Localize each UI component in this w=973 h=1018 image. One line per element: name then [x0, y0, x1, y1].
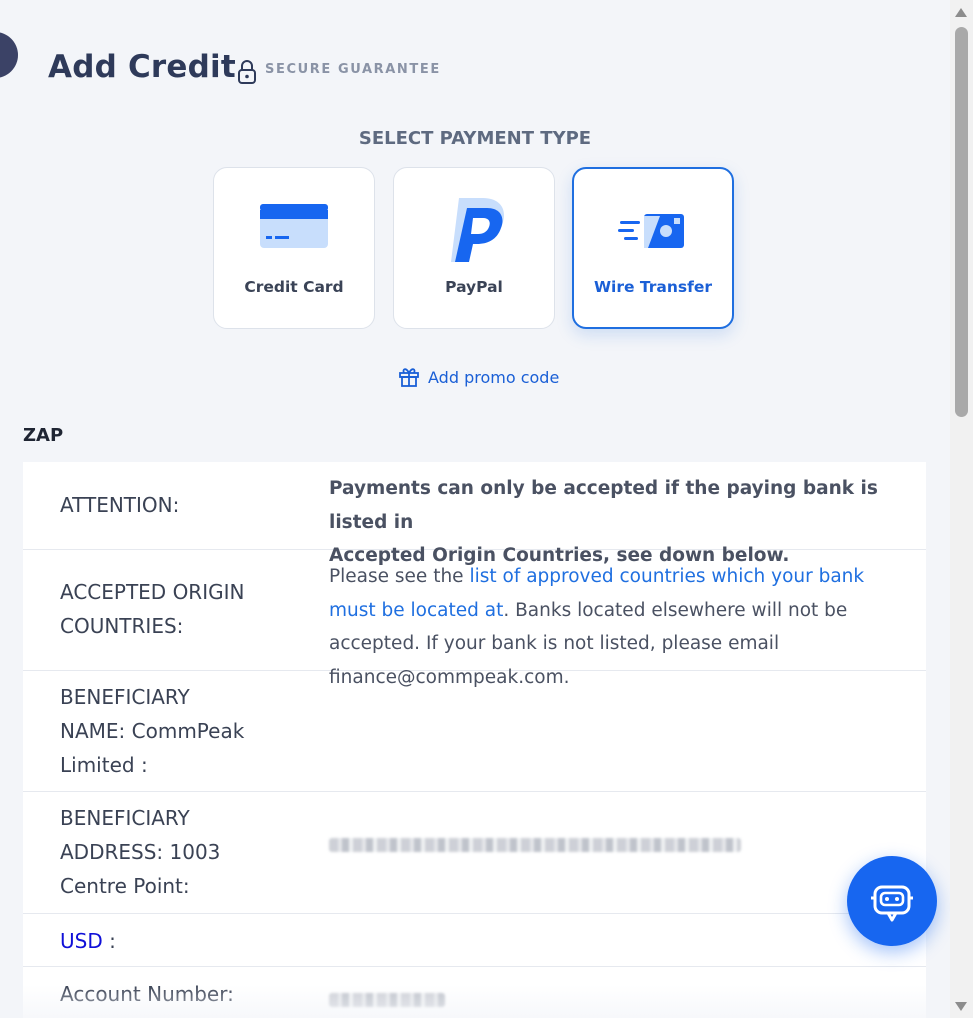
beneficiary-name-key-line1: BENEFICIARY [60, 685, 190, 709]
table-row-beneficiary-name: BENEFICIARY NAME: CommPeak Limited : [23, 671, 926, 792]
wire-transfer-label: Wire Transfer [593, 278, 713, 296]
usd-label: USD [60, 929, 103, 953]
add-promo-code-label: Add promo code [428, 367, 560, 387]
beneficiary-address-value-redacted [329, 830, 899, 864]
scroll-up-arrow-icon[interactable] [955, 8, 967, 17]
select-payment-type-label: SELECT PAYMENT TYPE [358, 128, 592, 149]
avatar[interactable] [0, 32, 18, 78]
paypal-label: PayPal [445, 278, 503, 296]
table-row-attention: ATTENTION: Payments can only be accepted… [23, 462, 926, 566]
accepted-countries-key: ACCEPTED ORIGIN COUNTRIES: [60, 575, 290, 643]
chat-bot-button[interactable] [847, 856, 937, 946]
table-row-usd: USD : [23, 914, 926, 967]
usd-suffix: : [102, 929, 116, 953]
paypal-icon [451, 198, 505, 262]
scrollbar-thumb[interactable] [955, 27, 968, 417]
page-title: Add Credit [48, 49, 236, 85]
beneficiary-address-key-line1: BENEFICIARY [60, 806, 190, 830]
beneficiary-address-key-line3: Centre Point: [60, 874, 190, 898]
payment-option-wire-transfer[interactable]: Wire Transfer [572, 167, 734, 329]
beneficiary-name-key-line3: Limited : [60, 753, 148, 777]
accepted-countries-key-line1: ACCEPTED ORIGIN [60, 580, 245, 604]
robot-chat-icon [871, 885, 913, 922]
account-number-key: Account Number: [60, 982, 234, 1006]
accepted-countries-pre: Please see the [329, 566, 470, 587]
beneficiary-address-key: BENEFICIARY ADDRESS: 1003 Centre Point: [60, 801, 290, 903]
add-promo-code-link[interactable]: Add promo code [398, 366, 559, 388]
wire-transfer-icon [618, 214, 684, 248]
attention-key: ATTENTION: [60, 493, 180, 517]
accepted-countries-key-line2: COUNTRIES: [60, 614, 184, 638]
page: Add Credit SECURE GUARANTEE SELECT PAYME… [0, 0, 950, 1018]
scroll-down-arrow-icon[interactable] [955, 1002, 967, 1011]
beneficiary-address-key-line2: ADDRESS: 1003 [60, 840, 221, 864]
beneficiary-name-key-line2: NAME: CommPeak [60, 719, 245, 743]
credit-card-label: Credit Card [244, 278, 344, 296]
secure-guarantee-label: SECURE GUARANTEE [265, 62, 441, 77]
account-number-value-redacted [329, 985, 899, 1018]
section-title: ZAP [23, 425, 64, 446]
beneficiary-name-key: BENEFICIARY NAME: CommPeak Limited : [60, 680, 290, 782]
credit-card-icon [260, 204, 328, 248]
usd-key: USD : [60, 924, 290, 958]
redacted-text [329, 993, 445, 1007]
payment-option-paypal[interactable]: PayPal [393, 167, 555, 329]
table-row-accepted-countries: ACCEPTED ORIGIN COUNTRIES: Please see th… [23, 550, 926, 688]
gift-icon [399, 368, 419, 387]
redacted-text [329, 838, 741, 852]
payment-option-credit-card[interactable]: Credit Card [213, 167, 375, 329]
lock-icon [238, 60, 256, 84]
table-row-beneficiary-address: BENEFICIARY ADDRESS: 1003 Centre Point: [23, 792, 926, 914]
attention-value-line1: Payments can only be accepted if the pay… [329, 478, 878, 533]
table-row-account-number: Account Number: [23, 967, 926, 1018]
wire-details-table: ATTENTION: Payments can only be accepted… [23, 462, 926, 1018]
